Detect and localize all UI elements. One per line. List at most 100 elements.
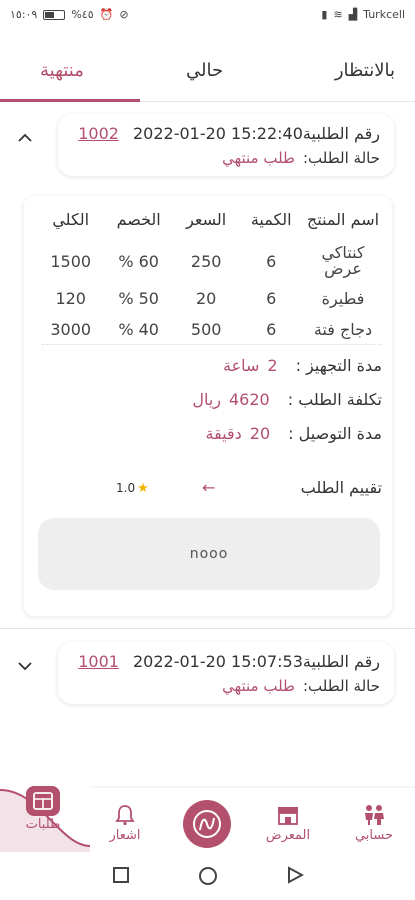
arrow-left-icon[interactable]: ← [202,478,215,497]
tab-finished[interactable]: منتهية [40,60,84,81]
item-name: فطيرة [321,288,365,308]
nav-orders-label: طلبات [25,817,61,832]
table-row: فطيرة 6 20 50 % 120 [38,283,382,314]
order-tabs: بالانتظار حالي منتهية [0,42,415,102]
order-datetime: 2022-01-20 15:07:53 [132,652,303,671]
nav-notifications-label: اشعار [109,828,141,843]
mute-icon: ⊘ [119,8,129,21]
time-text: ١٥:٠٩ [10,8,38,21]
order-number-label: رقم الطلبية [302,652,380,671]
tab-waiting[interactable]: بالانتظار [335,60,395,81]
item-price: 250 [190,251,222,271]
order-card-header[interactable]: رقم الطلبية 1002 2022-01-20 15:22:40 حالة … [58,114,394,176]
prep-time-value: 2 [267,356,278,375]
bottom-nav: طلبات اشعار المعرض حسابي [0,786,415,854]
tab-current[interactable]: حالي [186,60,223,81]
order-card-header[interactable]: رقم الطلبية 1001 2022-01-20 15:07:53 حالة … [58,642,394,704]
alarm-icon: ⏰ [99,8,114,21]
order-separator [0,628,415,629]
rating-display: 1.0 ★ [116,481,149,496]
order-status-value: طلب منتهي [222,677,295,695]
nav-gallery[interactable]: المعرض [262,804,314,843]
active-tab-indicator [0,99,140,102]
carrier-text: Turkcell [363,8,405,21]
col-header-total: الكلي [52,210,90,229]
delivery-time-unit: دقيقة [205,424,242,443]
comment-box: nooo [38,518,380,590]
video-icon: ▮ [321,8,328,21]
collapse-chevron-icon[interactable] [18,128,32,147]
delivery-time-label: مدة التوصيل : [288,424,382,443]
bell-icon [115,805,135,826]
order-status-label: حالة الطلب: [302,149,380,167]
nav-orders[interactable]: طلبات [18,786,68,832]
expand-chevron-icon[interactable] [18,656,32,675]
order-number-row: رقم الطلبية 1001 2022-01-20 15:07:53 [64,652,380,671]
star-icon: ★ [137,481,149,496]
home-system-button[interactable] [198,866,218,890]
status-left: ١٥:٠٩ %٤٥ ⏰ ⊘ [10,8,129,21]
col-header-discount: الخصم [116,210,161,229]
item-qty: 6 [266,251,277,271]
item-discount: 50 % [118,289,159,308]
item-qty: 6 [266,320,277,339]
divider [42,344,382,345]
status-bar: ١٥:٠٩ %٤٥ ⏰ ⊘ ▮ ≋ ▟ Turkcell [0,0,415,30]
order-status-value: طلب منتهي [222,149,295,167]
screen: ١٥:٠٩ %٤٥ ⏰ ⊘ ▮ ≋ ▟ Turkcell بالانتظار ح… [0,0,415,900]
order-cost-unit: ريال [192,390,221,409]
system-nav-bar [0,852,415,900]
rating-label: تقييم الطلب [300,478,382,497]
prep-time-label: مدة التجهيز : [295,356,382,375]
order-details-panel: اسم المنتج الكمية السعر الخصم الكلي كنتا… [24,196,392,616]
nav-account-label: حسابي [354,828,394,843]
order-cost-row: تكلفة الطلب : 4620 ريال [192,390,382,409]
item-total: 120 [55,289,86,308]
nav-account[interactable]: حسابي [348,804,400,843]
delivery-time-value: 20 [249,424,271,443]
order-status-label: حالة الطلب: [302,677,380,695]
store-icon [278,807,298,825]
battery-text: %٤٥ [71,8,94,21]
prep-time-unit: ساعة [222,356,260,375]
item-total: 3000 [50,320,92,339]
order-cost-value: 4620 [229,390,270,409]
order-status-row: حالة الطلب: طلب منتهي [222,149,380,167]
order-number-row: رقم الطلبية 1002 2022-01-20 15:22:40 [64,124,380,143]
order-number-label: رقم الطلبية [302,124,380,143]
item-discount: 60 % [118,251,159,271]
table-row: كنتاكي عرض 6 250 60 % 1500 [38,239,382,283]
table-header-row: اسم المنتج الكمية السعر الخصم الكلي [38,204,382,239]
orders-icon [26,786,60,816]
order-cost-label: تكلفة الطلب : [287,390,382,409]
recent-apps-button[interactable] [112,866,130,888]
item-total: 1500 [50,251,92,271]
item-price: 20 [195,289,217,308]
col-header-price: السعر [186,210,227,229]
home-button[interactable] [183,800,231,848]
col-header-product: اسم المنتج [306,210,380,229]
item-discount: 40 % [118,320,159,339]
items-table: اسم المنتج الكمية السعر الخصم الكلي كنتا… [38,204,382,345]
square-icon [113,867,129,883]
order-number[interactable]: 1002 [78,124,119,143]
item-name: دجاج فتة [313,319,373,339]
order-datetime: 2022-01-20 15:22:40 [132,124,303,143]
people-icon [365,805,384,825]
delivery-time-row: مدة التوصيل : 20 دقيقة [206,424,383,443]
nav-notifications[interactable]: اشعار [104,804,146,843]
back-system-button[interactable] [286,866,305,888]
wifi-icon: ≋ [333,8,343,21]
battery-icon [43,9,66,20]
table-row: دجاج فتة 6 500 40 % 3000 [38,314,382,345]
order-status-row: حالة الطلب: طلب منتهي [222,677,380,695]
triangle-icon [288,866,305,884]
col-header-qty: الكمية [250,210,292,229]
nav-gallery-label: المعرض [265,828,311,843]
order-number[interactable]: 1001 [78,652,119,671]
prep-time-row: مدة التجهيز : 2 ساعة [223,356,382,375]
logo-icon [193,810,221,838]
circle-icon [199,867,217,885]
rating-value: 1.0 [116,481,136,495]
item-price: 500 [190,320,222,339]
